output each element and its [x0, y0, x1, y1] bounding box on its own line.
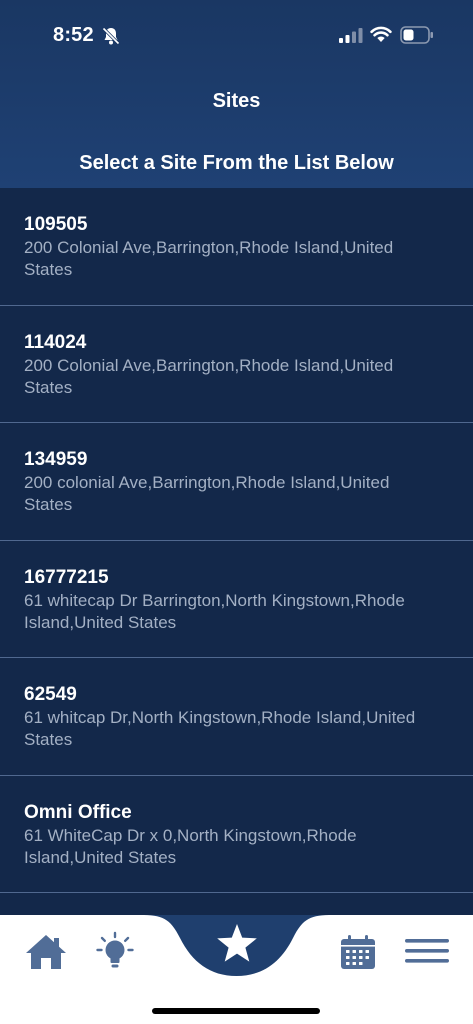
site-item-3[interactable]: 16777215 61 whitecap Dr Barrington,North…	[0, 541, 473, 658]
header: 8:52 Sites Select a Site From the List B…	[0, 0, 473, 188]
site-id: 16777215	[24, 566, 109, 588]
site-address: 61 whitcap Dr,North Kingstown,Rhode Isla…	[24, 708, 416, 749]
site-address: 200 Colonial Ave,Barrington,Rhode Island…	[24, 355, 394, 397]
status-bar: 8:52	[0, 0, 473, 70]
site-address: 61 WhiteCap Dr x 0,North Kingstown,Rhode…	[24, 825, 357, 867]
page-subtitle: Select a Site From the List Below	[79, 152, 394, 174]
home-icon[interactable]	[23, 932, 69, 972]
page-title: Sites	[212, 90, 261, 112]
menu-icon[interactable]	[405, 938, 449, 964]
site-item-4[interactable]: 62549 61 whitcap Dr,North Kingstown,Rhod…	[0, 658, 473, 776]
wifi-icon	[370, 26, 392, 42]
site-id: 114024	[24, 331, 87, 353]
site-list[interactable]: 109505 200 Colonial Ave,Barrington,Rhode…	[0, 188, 473, 915]
site-id: 62549	[24, 684, 77, 705]
site-item-2[interactable]: 134959 200 colonial Ave,Barrington,Rhode…	[0, 423, 473, 541]
battery-icon	[400, 26, 433, 44]
site-item-1[interactable]: 114024 200 Colonial Ave,Barrington,Rhode…	[0, 306, 473, 423]
site-item-5[interactable]: Omni Office 61 WhiteCap Dr x 0,North Kin…	[0, 776, 473, 893]
site-address: 200 colonial Ave,Barrington,Rhode Island…	[24, 473, 390, 514]
status-time: 8:52	[53, 24, 94, 46]
calendar-icon[interactable]	[340, 934, 376, 970]
site-id: 134959	[24, 449, 88, 470]
site-id: Omni Office	[24, 801, 132, 823]
site-address: 200 Colonial Ave,Barrington,Rhode Island…	[24, 238, 394, 279]
star-icon[interactable]	[215, 922, 259, 964]
site-item-0[interactable]: 109505 200 Colonial Ave,Barrington,Rhode…	[0, 188, 473, 306]
bell-slash-icon	[102, 27, 120, 45]
site-address: 61 whitecap Dr Barrington,North Kingstow…	[24, 590, 405, 632]
site-id: 109505	[24, 214, 88, 235]
signal-icon	[339, 28, 363, 43]
home-indicator[interactable]	[152, 1008, 320, 1014]
lightbulb-icon[interactable]	[95, 930, 135, 972]
